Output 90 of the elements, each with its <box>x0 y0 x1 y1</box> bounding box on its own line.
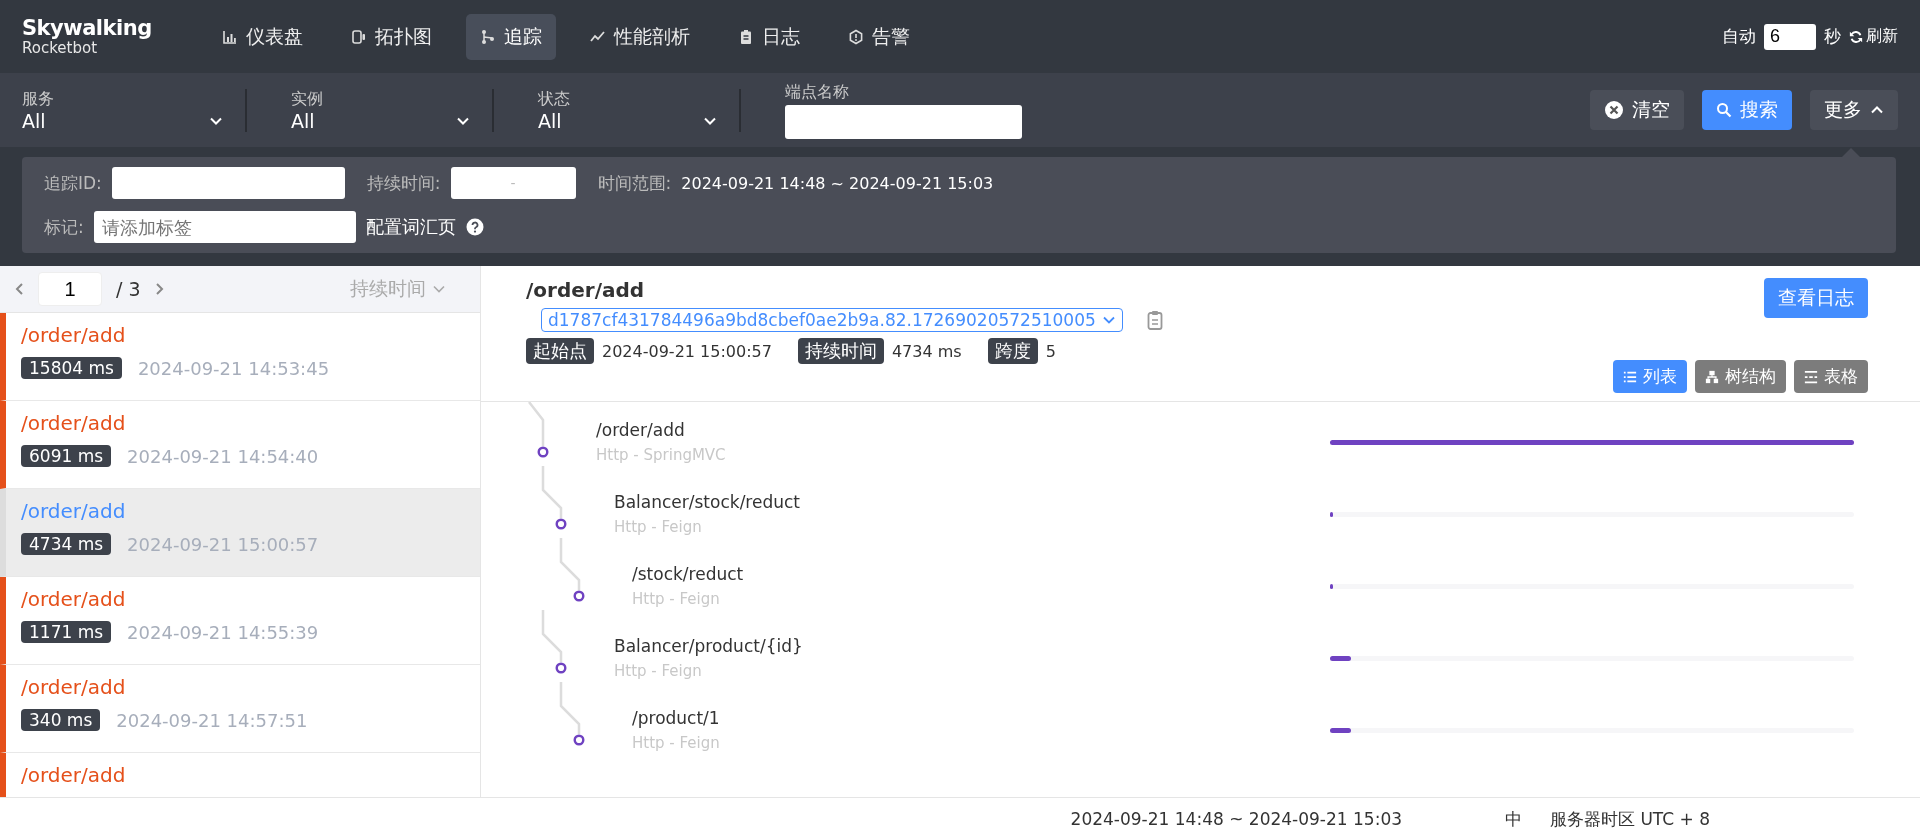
filter-label: 实例 <box>291 88 324 110</box>
chevron-right-icon <box>154 282 165 296</box>
endpoint-field[interactable] <box>785 104 1022 139</box>
field-label: 时间范围: <box>597 171 672 195</box>
branch-icon <box>480 28 496 45</box>
span-name[interactable]: Balancer/stock/reduct <box>614 492 1296 512</box>
view-tab[interactable]: 表格 <box>1794 360 1868 393</box>
endpoint-text: /order/add <box>21 323 127 347</box>
trace-list-item[interactable]: /order/add 6091 ms 2024-09-21 14:54:40 <box>0 401 480 489</box>
filter-select[interactable]: All <box>538 109 717 132</box>
tags-field[interactable]: 请添加标签 <box>93 211 356 243</box>
span-node-icon <box>555 518 567 530</box>
trace-id-field[interactable] <box>111 167 345 199</box>
filter-select[interactable]: All <box>291 109 470 132</box>
span-node-icon <box>573 734 585 746</box>
tag-value: 4734 ms <box>891 341 962 361</box>
trace-title: /order/add <box>526 278 646 302</box>
span-node-icon <box>537 446 549 458</box>
time-range-text: 2024-09-21 14:48 ~ 2024-09-21 15:03 <box>681 173 994 193</box>
chevron-left-icon <box>14 282 24 296</box>
trace-list-item[interactable]: /order/add 4734 ms 2024-09-21 15:00:57 <box>0 489 480 577</box>
timestamp-text: 2024-09-21 14:55:39 <box>127 621 319 643</box>
clipboard-icon <box>738 28 754 45</box>
field-label: 标记: <box>44 215 84 239</box>
tag-value: 5 <box>1045 341 1056 361</box>
close-circle-icon <box>1604 100 1624 120</box>
span-name[interactable]: /product/1 <box>632 708 1296 728</box>
view-tab[interactable]: 树结构 <box>1695 360 1786 393</box>
nav-tab[interactable]: 告警 <box>834 13 924 60</box>
nav-tab[interactable]: 追踪 <box>466 13 556 60</box>
logo-subtitle: Rocketbot <box>22 40 97 56</box>
timestamp-text: 2024-09-21 15:00:57 <box>127 533 319 555</box>
endpoint-text: /order/add <box>21 411 127 435</box>
more-button[interactable]: 更多 <box>1810 90 1898 130</box>
field-label: 持续时间: <box>366 171 441 195</box>
auto-label: 自动 <box>1722 25 1756 48</box>
time-range-text: 2024-09-21 14:48 ~ 2024-09-21 15:03 <box>1070 809 1402 829</box>
nav-tab[interactable]: 仪表盘 <box>208 13 317 60</box>
span-node-icon <box>573 590 585 602</box>
logo-text: Skywalking <box>22 17 153 39</box>
nav-tab[interactable]: 拓扑图 <box>337 13 446 60</box>
hexagon-alert-icon <box>848 28 864 45</box>
span-name[interactable]: /order/add <box>596 420 1296 440</box>
timezone-text: 服务器时区 UTC + 8 <box>1550 807 1710 831</box>
span-node-icon <box>555 662 567 674</box>
trace-list-item[interactable]: /order/add 1171 ms 2024-09-21 14:55:39 <box>0 577 480 665</box>
timestamp-text: 2024-09-21 14:57:51 <box>116 709 308 731</box>
refresh-icon <box>1849 29 1863 44</box>
filter-select[interactable]: All <box>22 109 223 132</box>
endpoint-text: /order/add <box>21 587 127 611</box>
page-total: / 3 <box>116 278 141 300</box>
duration-badge: 1171 ms <box>21 621 112 643</box>
language-toggle[interactable]: 中 <box>1505 807 1522 831</box>
trace-list-item[interactable]: /order/add 15804 ms 2024-09-21 14:53:45 <box>0 313 480 401</box>
interval-field[interactable]: 6 <box>1764 23 1816 50</box>
tag-label: 持续时间 <box>797 338 884 364</box>
endpoint-text: /order/add <box>21 675 127 699</box>
duration-badge: 4734 ms <box>21 533 112 555</box>
field-label: 追踪ID: <box>44 171 102 195</box>
timestamp-text: 2024-09-21 14:54:40 <box>127 445 319 467</box>
timestamp-text: 2024-09-21 14:53:45 <box>137 357 330 379</box>
tag-label: 跨度 <box>987 338 1038 364</box>
bar-chart-icon <box>222 28 238 45</box>
tag-value: 2024-09-21 15:00:57 <box>602 341 772 361</box>
tag-label: 起始点 <box>526 338 594 364</box>
vocabulary-link[interactable]: 配置词汇页 <box>365 215 456 239</box>
page-field[interactable]: 1 <box>38 272 102 306</box>
trace-list-item[interactable]: /order/add 340 ms 2024-09-21 14:57:51 <box>0 665 480 753</box>
duration-badge: 15804 ms <box>21 357 122 379</box>
filter-label: 服务 <box>22 88 55 110</box>
nav-tab[interactable]: 日志 <box>724 13 814 60</box>
table-icon <box>1804 369 1818 384</box>
search-icon <box>1716 102 1732 118</box>
clipboard-icon[interactable] <box>1146 310 1163 330</box>
duration-badge: 340 ms <box>21 709 101 731</box>
nav-tab[interactable]: 性能剖析 <box>576 13 704 60</box>
clear-button[interactable]: 清空 <box>1590 90 1684 130</box>
endpoint-text: /order/add <box>21 763 127 787</box>
filter-label: 状态 <box>538 88 571 110</box>
list-icon <box>1623 369 1637 384</box>
unit-label: 秒 <box>1824 25 1841 48</box>
help-icon <box>465 218 484 236</box>
endpoint-text: /order/add <box>21 499 127 523</box>
span-name[interactable]: /stock/reduct <box>632 564 1296 584</box>
device-icon <box>351 28 367 45</box>
duration-badge: 6091 ms <box>21 445 112 467</box>
hierarchy-icon <box>1705 369 1719 384</box>
filter-label: 端点名称 <box>785 81 850 103</box>
refresh-button[interactable]: 刷新 <box>1849 26 1898 47</box>
span-name[interactable]: Balancer/product/{id} <box>614 636 1296 656</box>
